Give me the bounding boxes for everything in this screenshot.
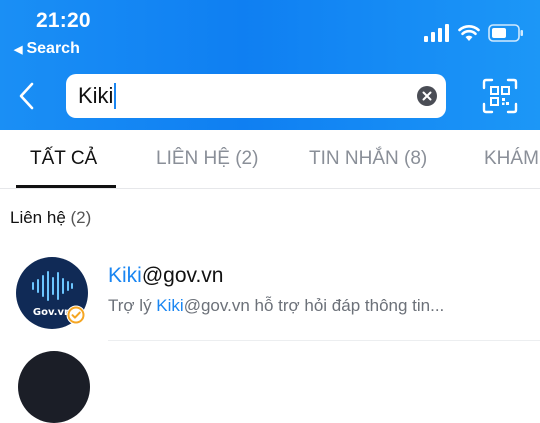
contact-name-rest: @gov.vn [141, 264, 224, 287]
search-query: Kiki [78, 83, 114, 108]
search-input[interactable]: Kiki [66, 74, 446, 118]
verified-badge-icon [66, 305, 86, 325]
row-divider [108, 340, 540, 341]
result-tabs: TẤT CẢ LIÊN HỆ (2) TIN NHẮN (8) KHÁM [0, 130, 540, 189]
active-tab-indicator [16, 185, 116, 188]
contact-desc-rest: @gov.vn hỗ trợ hỏi đáp thông tin... [183, 296, 445, 315]
search-query-text: Kiki [78, 83, 117, 109]
back-to-search-link[interactable]: ◀ Search [14, 40, 80, 58]
qr-scan-icon[interactable] [482, 78, 518, 114]
text-caret [114, 83, 117, 109]
contact-desc-prefix: Trợ lý [108, 296, 157, 315]
tab-discover[interactable]: KHÁM [484, 148, 539, 170]
contact-desc-highlight: Kiki [156, 296, 184, 315]
cellular-signal-icon [424, 24, 449, 42]
wifi-icon [458, 25, 480, 41]
contact-name-highlight: Kiki [108, 264, 142, 287]
status-time: 21:20 [36, 9, 91, 32]
tab-contacts[interactable]: LIÊN HỆ (2) [156, 148, 258, 170]
tab-messages[interactable]: TIN NHẮN (8) [309, 148, 427, 170]
back-chevron-icon[interactable] [14, 80, 42, 112]
contact-name: Kiki@gov.vn [108, 264, 223, 288]
clear-search-icon[interactable] [417, 86, 437, 106]
status-icons [424, 24, 524, 44]
section-title-label: Liên hệ [10, 208, 66, 227]
next-contact-avatar[interactable] [18, 351, 90, 423]
back-app-label: Search [26, 40, 80, 57]
tab-all[interactable]: TẤT CẢ [30, 148, 97, 170]
contact-row[interactable]: Gov.vn Kiki@gov.vn Trợ lý Kiki@gov.vn hỗ… [0, 250, 540, 342]
header-bar: 21:20 ◀ Search Kiki [0, 0, 540, 130]
section-title: Liên hệ (2) [10, 208, 91, 228]
contact-description: Trợ lý Kiki@gov.vn hỗ trợ hỏi đáp thông … [108, 296, 444, 316]
sound-wave-icon [32, 271, 73, 301]
section-count: (2) [70, 208, 92, 227]
back-triangle-icon: ◀ [14, 43, 23, 56]
battery-icon [488, 24, 523, 42]
